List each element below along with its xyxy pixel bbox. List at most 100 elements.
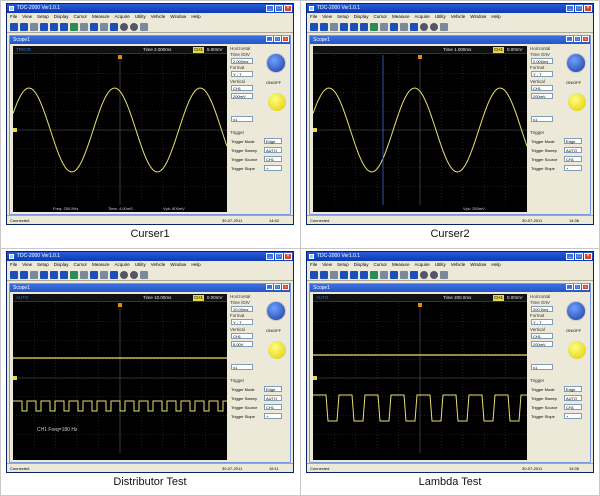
oscilloscope-display[interactable]: Time 1.000ms CH1 0.00mV Vpk: 250mV — [313, 46, 527, 212]
toolbar-tool-icon[interactable] — [320, 23, 328, 31]
toolbar-tool-icon[interactable] — [380, 23, 388, 31]
toolbar-tool-icon[interactable] — [140, 271, 148, 279]
probe-select[interactable]: x1 — [531, 364, 553, 370]
close-button[interactable]: × — [584, 253, 592, 260]
toolbar-tool-icon[interactable] — [30, 23, 38, 31]
toolbar-tool-icon[interactable] — [120, 271, 128, 279]
toolbar-tool-icon[interactable] — [20, 23, 28, 31]
maximize-button[interactable]: □ — [574, 36, 581, 42]
volts-knob[interactable] — [266, 91, 288, 113]
toolbar-tool-icon[interactable] — [120, 23, 128, 31]
toolbar-tool-icon[interactable] — [50, 271, 58, 279]
toolbar-tool-icon[interactable] — [400, 271, 408, 279]
menu-item[interactable]: Setup — [37, 13, 49, 21]
toolbar-tool-icon[interactable] — [10, 271, 18, 279]
menu-item[interactable]: Acquire — [415, 13, 430, 21]
maximize-button[interactable]: □ — [574, 284, 581, 290]
menu-item[interactable]: File — [10, 13, 17, 21]
toolbar-tool-icon[interactable] — [130, 23, 138, 31]
trigger-sweep-select[interactable]: AUTO — [564, 395, 582, 401]
menu-item[interactable]: View — [22, 13, 32, 21]
toolbar-tool-icon[interactable] — [330, 271, 338, 279]
toolbar-tool-icon[interactable] — [370, 271, 378, 279]
menu-item[interactable]: Display — [354, 13, 369, 21]
probe-select[interactable]: x1 — [231, 364, 253, 370]
trigger-slope-select[interactable]: + — [264, 165, 282, 171]
toolbar-tool-icon[interactable] — [90, 23, 98, 31]
toolbar-tool-icon[interactable] — [30, 271, 38, 279]
toolbar-tool-icon[interactable] — [350, 23, 358, 31]
volts-knob[interactable] — [266, 339, 288, 361]
toolbar-tool-icon[interactable] — [430, 23, 438, 31]
toolbar-tool-icon[interactable] — [380, 271, 388, 279]
trigger-mode-select[interactable]: Edge — [264, 386, 282, 392]
waveform-plot[interactable]: CH1 Freq=180 Hz — [13, 303, 227, 453]
toolbar-tool-icon[interactable] — [330, 23, 338, 31]
menu-item[interactable]: Acquire — [415, 261, 430, 269]
probe-select[interactable]: x1 — [531, 116, 553, 122]
toolbar-tool-icon[interactable] — [430, 271, 438, 279]
onoff-checkbox[interactable]: ON/OFF — [266, 328, 281, 333]
minimize-button[interactable]: _ — [266, 253, 274, 260]
menu-item[interactable]: Utility — [135, 13, 146, 21]
trigger-source-select[interactable]: CH1 — [564, 404, 582, 410]
menu-item[interactable]: Acquire — [115, 13, 130, 21]
toolbar-tool-icon[interactable] — [360, 271, 368, 279]
toolbar-tool-icon[interactable] — [60, 23, 68, 31]
minimize-button[interactable]: _ — [566, 36, 573, 42]
toolbar-tool-icon[interactable] — [340, 271, 348, 279]
channel-select[interactable]: CH1 — [531, 333, 553, 339]
menu-item[interactable]: Help — [491, 13, 500, 21]
waveform-plot[interactable] — [313, 303, 527, 453]
toolbar-tool-icon[interactable] — [310, 23, 318, 31]
menu-item[interactable]: Window — [470, 13, 486, 21]
menu-item[interactable]: Measure — [92, 13, 110, 21]
waveform-plot[interactable] — [13, 55, 227, 205]
onoff-checkbox[interactable]: ON/OFF — [266, 80, 281, 85]
menu-item[interactable]: File — [310, 261, 317, 269]
menu-item[interactable]: Setup — [337, 13, 349, 21]
menu-item[interactable]: Setup — [337, 261, 349, 269]
toolbar-tool-icon[interactable] — [60, 271, 68, 279]
menu-item[interactable]: Display — [354, 261, 369, 269]
channel-select[interactable]: CH1 — [531, 85, 553, 91]
menu-item[interactable]: Acquire — [115, 261, 130, 269]
maximize-button[interactable]: □ — [274, 284, 281, 290]
channel-select[interactable]: CH1 — [231, 85, 253, 91]
format-select[interactable]: Y - T — [531, 319, 553, 325]
minimize-button[interactable]: _ — [266, 5, 274, 12]
time-div-select[interactable]: 10.00ms — [231, 306, 253, 312]
toolbar-tool-icon[interactable] — [80, 23, 88, 31]
toolbar-tool-icon[interactable] — [110, 23, 118, 31]
toolbar-tool-icon[interactable] — [340, 23, 348, 31]
volt-div-select[interactable]: 200mV — [531, 341, 553, 347]
volt-div-select[interactable]: 200mV — [231, 93, 253, 99]
volt-div-select[interactable]: 200mV — [531, 93, 553, 99]
oscilloscope-display[interactable]: AUTO Time 200.0ms CH1 0.00mV — [313, 294, 527, 460]
toolbar-tool-icon[interactable] — [100, 271, 108, 279]
menu-item[interactable]: File — [10, 261, 17, 269]
menu-item[interactable]: Measure — [92, 261, 110, 269]
trigger-source-select[interactable]: CH1 — [264, 156, 282, 162]
menu-item[interactable]: Display — [54, 13, 69, 21]
minimize-button[interactable]: _ — [266, 284, 273, 290]
menu-item[interactable]: Cursor — [73, 261, 87, 269]
menu-item[interactable]: View — [322, 261, 332, 269]
close-button[interactable]: × — [582, 36, 589, 42]
menu-item[interactable]: Utility — [435, 261, 446, 269]
close-button[interactable]: × — [282, 284, 289, 290]
trigger-sweep-select[interactable]: AUTO — [264, 147, 282, 153]
menu-item[interactable]: Help — [191, 13, 200, 21]
menu-item[interactable]: Cursor — [373, 13, 387, 21]
minimize-button[interactable]: _ — [266, 36, 273, 42]
maximize-button[interactable]: □ — [275, 253, 283, 260]
menu-item[interactable]: Help — [191, 261, 200, 269]
minimize-button[interactable]: _ — [566, 5, 574, 12]
format-select[interactable]: Y - T — [531, 71, 553, 77]
time-div-select[interactable]: 2.000ms — [231, 58, 253, 64]
minimize-button[interactable]: _ — [566, 253, 574, 260]
toolbar-tool-icon[interactable] — [10, 23, 18, 31]
toolbar-tool-icon[interactable] — [410, 23, 418, 31]
toolbar-tool-icon[interactable] — [90, 271, 98, 279]
close-button[interactable]: × — [284, 253, 292, 260]
